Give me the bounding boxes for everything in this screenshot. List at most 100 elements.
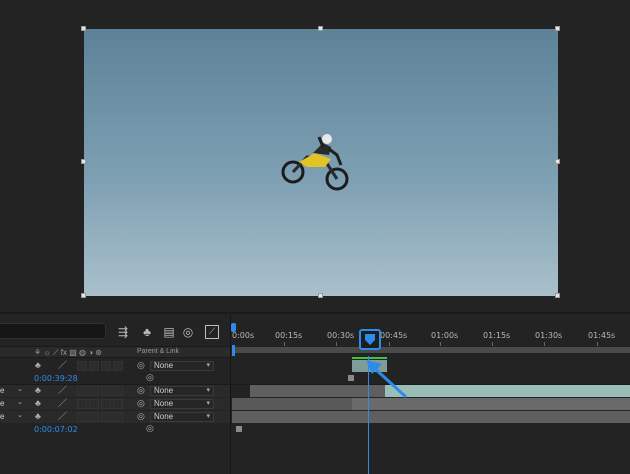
layer-track-bar[interactable] [385, 385, 630, 397]
switch-box[interactable] [77, 412, 87, 422]
chevron-down-icon: ▾ [206, 362, 210, 369]
ruler-label: 0:00s [232, 331, 255, 340]
footage-frame[interactable] [84, 29, 558, 296]
keyframe-marker[interactable] [236, 426, 242, 432]
motion-blur-icon[interactable]: ◎ [181, 325, 195, 339]
chevron-down-icon: ▾ [206, 387, 210, 394]
ruler-tick [336, 342, 337, 346]
pencil-icon[interactable]: ／ [58, 360, 67, 370]
switches-header-icons: ⚘ ☼ ⟋ fx ▧ ◍ ◑ ⊛ [34, 348, 102, 357]
layer-row[interactable]: e ⌄ ♣ ／ ◎ None ▾ [0, 385, 230, 397]
timeline-divider[interactable] [230, 314, 231, 474]
chevron-down-icon[interactable]: ⌄ [17, 411, 23, 421]
work-area-start-marker[interactable] [231, 323, 236, 332]
switch-box[interactable] [89, 361, 99, 371]
shy-icon[interactable]: ♣ [35, 360, 41, 370]
parent-select[interactable]: None ▾ [150, 399, 214, 409]
layer-name-stub: e [0, 412, 5, 421]
transform-handle-bottom-left[interactable] [81, 293, 86, 298]
parent-link-icon[interactable]: ◎ [137, 411, 145, 421]
transform-handle-top-right[interactable] [555, 26, 560, 31]
parent-link-icon[interactable]: ◎ [137, 360, 145, 370]
pencil-icon[interactable]: ／ [58, 398, 67, 408]
layer-search-input[interactable] [0, 323, 106, 339]
switch-box[interactable] [113, 399, 123, 409]
layer-name-stub: e [0, 399, 5, 408]
time-ruler[interactable]: 0:00s 00:15s 00:30s 00:45s 01:00s 01:15s… [232, 324, 630, 346]
shy-icon[interactable]: ♣ [35, 398, 41, 408]
switch-box[interactable] [113, 361, 123, 371]
parent-select-value: None [154, 386, 174, 395]
graph-editor-icon[interactable]: ⟋ [205, 325, 219, 339]
motocross-rider-image [281, 134, 349, 191]
switch-box[interactable] [77, 386, 87, 396]
work-area-start-handle[interactable] [232, 345, 235, 356]
parent-link-icon[interactable]: ◎ [137, 398, 145, 408]
playhead-icon[interactable] [359, 329, 381, 350]
keyframe-marker[interactable] [348, 375, 354, 381]
switch-box[interactable] [89, 386, 99, 396]
parent-select[interactable]: None ▾ [150, 386, 214, 396]
shy-icon[interactable]: ♣ [140, 325, 154, 339]
switch-box[interactable] [89, 399, 99, 409]
annotation-arrow-icon [366, 360, 408, 399]
ruler-tick [492, 342, 493, 346]
ruler-label: 00:15s [275, 331, 303, 340]
ruler-label: 01:45s [588, 331, 616, 340]
layer-row[interactable]: e ⌄ ♣ ／ ◎ None ▾ [0, 411, 230, 423]
parent-select[interactable]: None ▾ [150, 412, 214, 422]
ruler-tick [597, 342, 598, 346]
switch-box[interactable] [101, 399, 111, 409]
layer-timecode[interactable]: 0:00:07:02 [34, 425, 78, 434]
switch-box[interactable] [113, 386, 123, 396]
parent-select-value: None [154, 361, 174, 370]
chevron-down-icon[interactable]: ⌄ [17, 385, 23, 395]
current-time-indicator [365, 334, 375, 345]
transform-handle-mid-right[interactable] [555, 159, 560, 164]
layer-row[interactable]: 0:00:07:02 ◎ [0, 423, 230, 435]
ruler-tick [284, 342, 285, 346]
chevron-down-icon[interactable]: ⌄ [17, 398, 23, 408]
work-area-bar[interactable] [232, 347, 630, 353]
frame-blending-icon[interactable]: ▤ [162, 325, 176, 339]
switch-box[interactable] [113, 412, 123, 422]
ruler-label: 01:00s [431, 331, 459, 340]
parent-select-value: None [154, 399, 174, 408]
transform-handle-mid-left[interactable] [81, 159, 86, 164]
transform-handle-top-left[interactable] [81, 26, 86, 31]
timeline-panel[interactable]: ⇶ ♣ ▤ ◎ ⟋ 0:00s 00:15s 00:30s 00:45s 01:… [0, 314, 630, 474]
layer-track-bar[interactable] [232, 411, 630, 423]
ruler-label: 00:45s [380, 331, 408, 340]
layer-name-stub: e [0, 386, 5, 395]
parent-link-icon[interactable]: ◎ [146, 423, 154, 433]
switch-box[interactable] [101, 412, 111, 422]
transform-handle-bottom-center[interactable] [318, 293, 323, 298]
ruler-label: 01:15s [483, 331, 511, 340]
switch-box[interactable] [89, 412, 99, 422]
parent-select[interactable]: None ▾ [150, 361, 214, 371]
transform-handle-bottom-right[interactable] [555, 293, 560, 298]
pencil-icon[interactable]: ／ [58, 411, 67, 421]
shy-icon[interactable]: ♣ [35, 385, 41, 395]
layer-row[interactable]: ♣ ／ ◎ None ▾ [0, 360, 230, 372]
layer-row[interactable]: e ⌄ ♣ ／ ◎ None ▾ [0, 398, 230, 410]
transform-handle-top-center[interactable] [318, 26, 323, 31]
parent-select-value: None [154, 412, 174, 421]
switch-box[interactable] [77, 399, 87, 409]
ruler-tick [544, 342, 545, 346]
switch-box[interactable] [101, 361, 111, 371]
layer-timecode[interactable]: 0:00:39:28 [34, 374, 78, 383]
ruler-label: 00:30s [327, 331, 355, 340]
switch-box[interactable] [101, 386, 111, 396]
parent-link-icon[interactable]: ◎ [146, 372, 154, 382]
chevron-down-icon: ▾ [206, 413, 210, 420]
pencil-icon[interactable]: ／ [58, 385, 67, 395]
layer-row[interactable]: 0:00:39:28 ◎ [0, 372, 230, 384]
layer-track-bar[interactable] [232, 398, 352, 410]
parent-link-icon[interactable]: ◎ [137, 385, 145, 395]
composition-viewer[interactable] [0, 0, 630, 312]
switch-box[interactable] [77, 361, 87, 371]
ruler-label: 01:30s [535, 331, 563, 340]
shy-icon[interactable]: ♣ [35, 411, 41, 421]
composition-flowchart-icon[interactable]: ⇶ [116, 325, 130, 339]
